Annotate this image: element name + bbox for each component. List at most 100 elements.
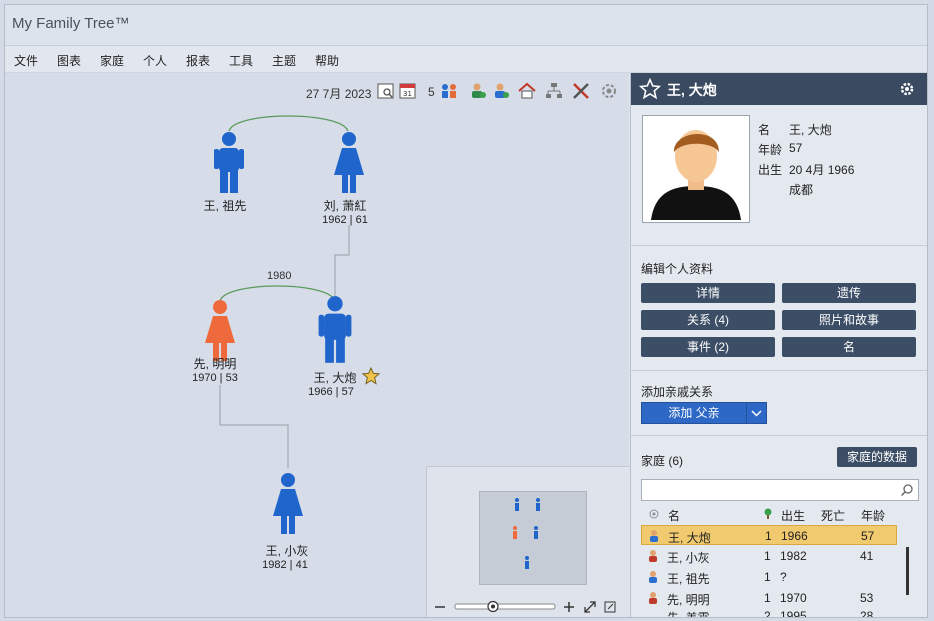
family-section-title: 家庭 (6) xyxy=(641,454,684,468)
panel-header: 王, 大炮 xyxy=(631,73,927,105)
person-figure-female[interactable] xyxy=(268,471,308,537)
person-icon xyxy=(649,571,657,583)
menu-file[interactable]: 文件 xyxy=(14,52,38,69)
row-birth: 1966 xyxy=(781,529,808,543)
row-name: 王, 小灰 xyxy=(667,551,710,565)
app-window: My Family Tree™ 文件 图表 家庭 个人 报表 工具 主题 帮助 … xyxy=(4,4,928,618)
details-button[interactable]: 详情 xyxy=(641,283,775,303)
tree-canvas[interactable]: 27 7月 2023 31 5 王, 祖先 刘, 萧紅 1962 | 61 19… xyxy=(5,73,630,617)
add-relative-title: 添加亲戚关系 xyxy=(641,385,714,399)
row-name: 先, 美霞 xyxy=(667,609,710,617)
divider xyxy=(631,370,927,371)
menu-help[interactable]: 帮助 xyxy=(315,52,339,69)
menu-person[interactable]: 个人 xyxy=(143,52,167,69)
divider xyxy=(631,245,927,246)
info-value-birth: 20 4月 1966 xyxy=(789,163,855,177)
person-icon xyxy=(649,592,657,604)
table-row[interactable]: 王, 祖先 1 ? xyxy=(641,567,897,587)
menu-tools[interactable]: 工具 xyxy=(229,52,253,69)
person-figure-male[interactable] xyxy=(313,295,357,365)
zoom-bar xyxy=(427,595,630,617)
events-button[interactable]: 事件 (2) xyxy=(641,337,775,357)
person-figure-female[interactable] xyxy=(329,131,369,195)
divider xyxy=(631,435,927,436)
column-birth[interactable]: 出生 xyxy=(781,507,805,524)
relations-button[interactable]: 关系 (4) xyxy=(641,310,775,330)
info-key-name: 名 xyxy=(758,123,771,137)
add-father-button[interactable]: 添加 父亲 xyxy=(641,402,747,424)
list-scrollbar[interactable] xyxy=(906,547,909,595)
column-death[interactable]: 死亡 xyxy=(821,507,845,524)
row-count: 2 xyxy=(764,609,771,617)
app-title: My Family Tree™ xyxy=(12,15,130,32)
person-photo[interactable] xyxy=(642,115,750,223)
avatar xyxy=(651,130,741,220)
row-count: 1 xyxy=(764,570,771,584)
star-outline-icon[interactable] xyxy=(639,78,661,100)
person-years: 1966 | 57 xyxy=(308,386,354,398)
zoom-slider[interactable] xyxy=(454,600,556,613)
row-age: 57 xyxy=(861,529,875,543)
sort-icon[interactable] xyxy=(648,508,660,520)
menu-chart[interactable]: 图表 xyxy=(57,52,81,69)
table-row[interactable]: 王, 小灰 1 1982 41 xyxy=(641,546,897,566)
tree-icon xyxy=(764,508,772,519)
person-icon xyxy=(649,550,657,562)
names-button[interactable]: 名 xyxy=(782,337,916,357)
info-value-birthplace: 成都 xyxy=(789,183,814,197)
row-name: 王, 大炮 xyxy=(668,531,711,545)
add-relative-dropdown[interactable] xyxy=(746,402,767,424)
person-years: 1962 | 61 xyxy=(322,214,368,226)
zoom-in-icon[interactable] xyxy=(564,602,574,612)
menu-family[interactable]: 家庭 xyxy=(100,52,124,69)
fit-icon[interactable] xyxy=(604,601,616,613)
column-name[interactable]: 名 xyxy=(668,507,680,524)
info-value-name: 王, 大炮 xyxy=(789,123,832,137)
gear-icon[interactable] xyxy=(899,81,915,97)
info-key-birth: 出生 xyxy=(758,163,783,177)
row-age: 53 xyxy=(860,591,874,605)
person-name[interactable]: 王, 小灰 xyxy=(237,542,337,559)
row-age: 28 xyxy=(860,609,874,617)
info-value-age: 57 xyxy=(789,141,803,155)
minimap[interactable] xyxy=(426,466,630,617)
person-name[interactable]: 先, 明明 xyxy=(165,355,265,372)
menu-theme[interactable]: 主题 xyxy=(272,52,296,69)
chevron-down-icon xyxy=(751,410,762,417)
column-age[interactable]: 年龄 xyxy=(861,507,885,524)
row-birth: ? xyxy=(780,570,787,584)
person-figure-female[interactable] xyxy=(200,299,240,363)
panel-person-name: 王, 大炮 xyxy=(667,82,717,98)
edit-section-title: 编辑个人资料 xyxy=(641,262,714,276)
row-birth: 1970 xyxy=(780,591,807,605)
minimap-viewport[interactable] xyxy=(479,491,587,585)
table-row[interactable]: 先, 美霞 2 1995 28 xyxy=(641,609,897,617)
star-icon xyxy=(362,367,380,385)
menu-report[interactable]: 报表 xyxy=(186,52,210,69)
person-years: 1982 | 41 xyxy=(262,559,308,571)
menu-bar: 文件 图表 家庭 个人 报表 工具 主题 帮助 xyxy=(5,46,927,73)
table-row[interactable]: 先, 明明 1 1970 53 xyxy=(641,588,897,608)
family-search-input[interactable] xyxy=(641,479,919,501)
person-name[interactable]: 王, 祖先 xyxy=(175,197,275,214)
person-years: 1970 | 53 xyxy=(192,372,238,384)
person-icon xyxy=(650,530,658,542)
expand-icon[interactable] xyxy=(584,601,596,613)
row-age: 41 xyxy=(860,549,874,563)
row-birth: 1995 xyxy=(780,609,807,617)
person-figure-male[interactable] xyxy=(209,131,249,195)
photos-stories-button[interactable]: 照片和故事 xyxy=(782,310,916,330)
family-data-button[interactable]: 家庭的数据 xyxy=(837,447,917,467)
row-count: 1 xyxy=(765,529,772,543)
row-count: 1 xyxy=(764,591,771,605)
row-count: 1 xyxy=(764,549,771,563)
genetics-button[interactable]: 遗传 xyxy=(782,283,916,303)
info-key-age: 年龄 xyxy=(758,143,783,157)
row-name: 王, 祖先 xyxy=(667,572,710,586)
row-name: 先, 明明 xyxy=(667,593,710,607)
minimap-figures xyxy=(513,498,540,569)
person-panel: 王, 大炮 名 王, 大炮 年龄 57 出生 20 4月 1966 成都 编辑个… xyxy=(630,73,927,617)
marriage-year: 1980 xyxy=(267,270,292,282)
person-name[interactable]: 刘, 萧紅 xyxy=(295,197,395,214)
table-row[interactable]: 王, 大炮 1 1966 57 xyxy=(641,525,897,545)
